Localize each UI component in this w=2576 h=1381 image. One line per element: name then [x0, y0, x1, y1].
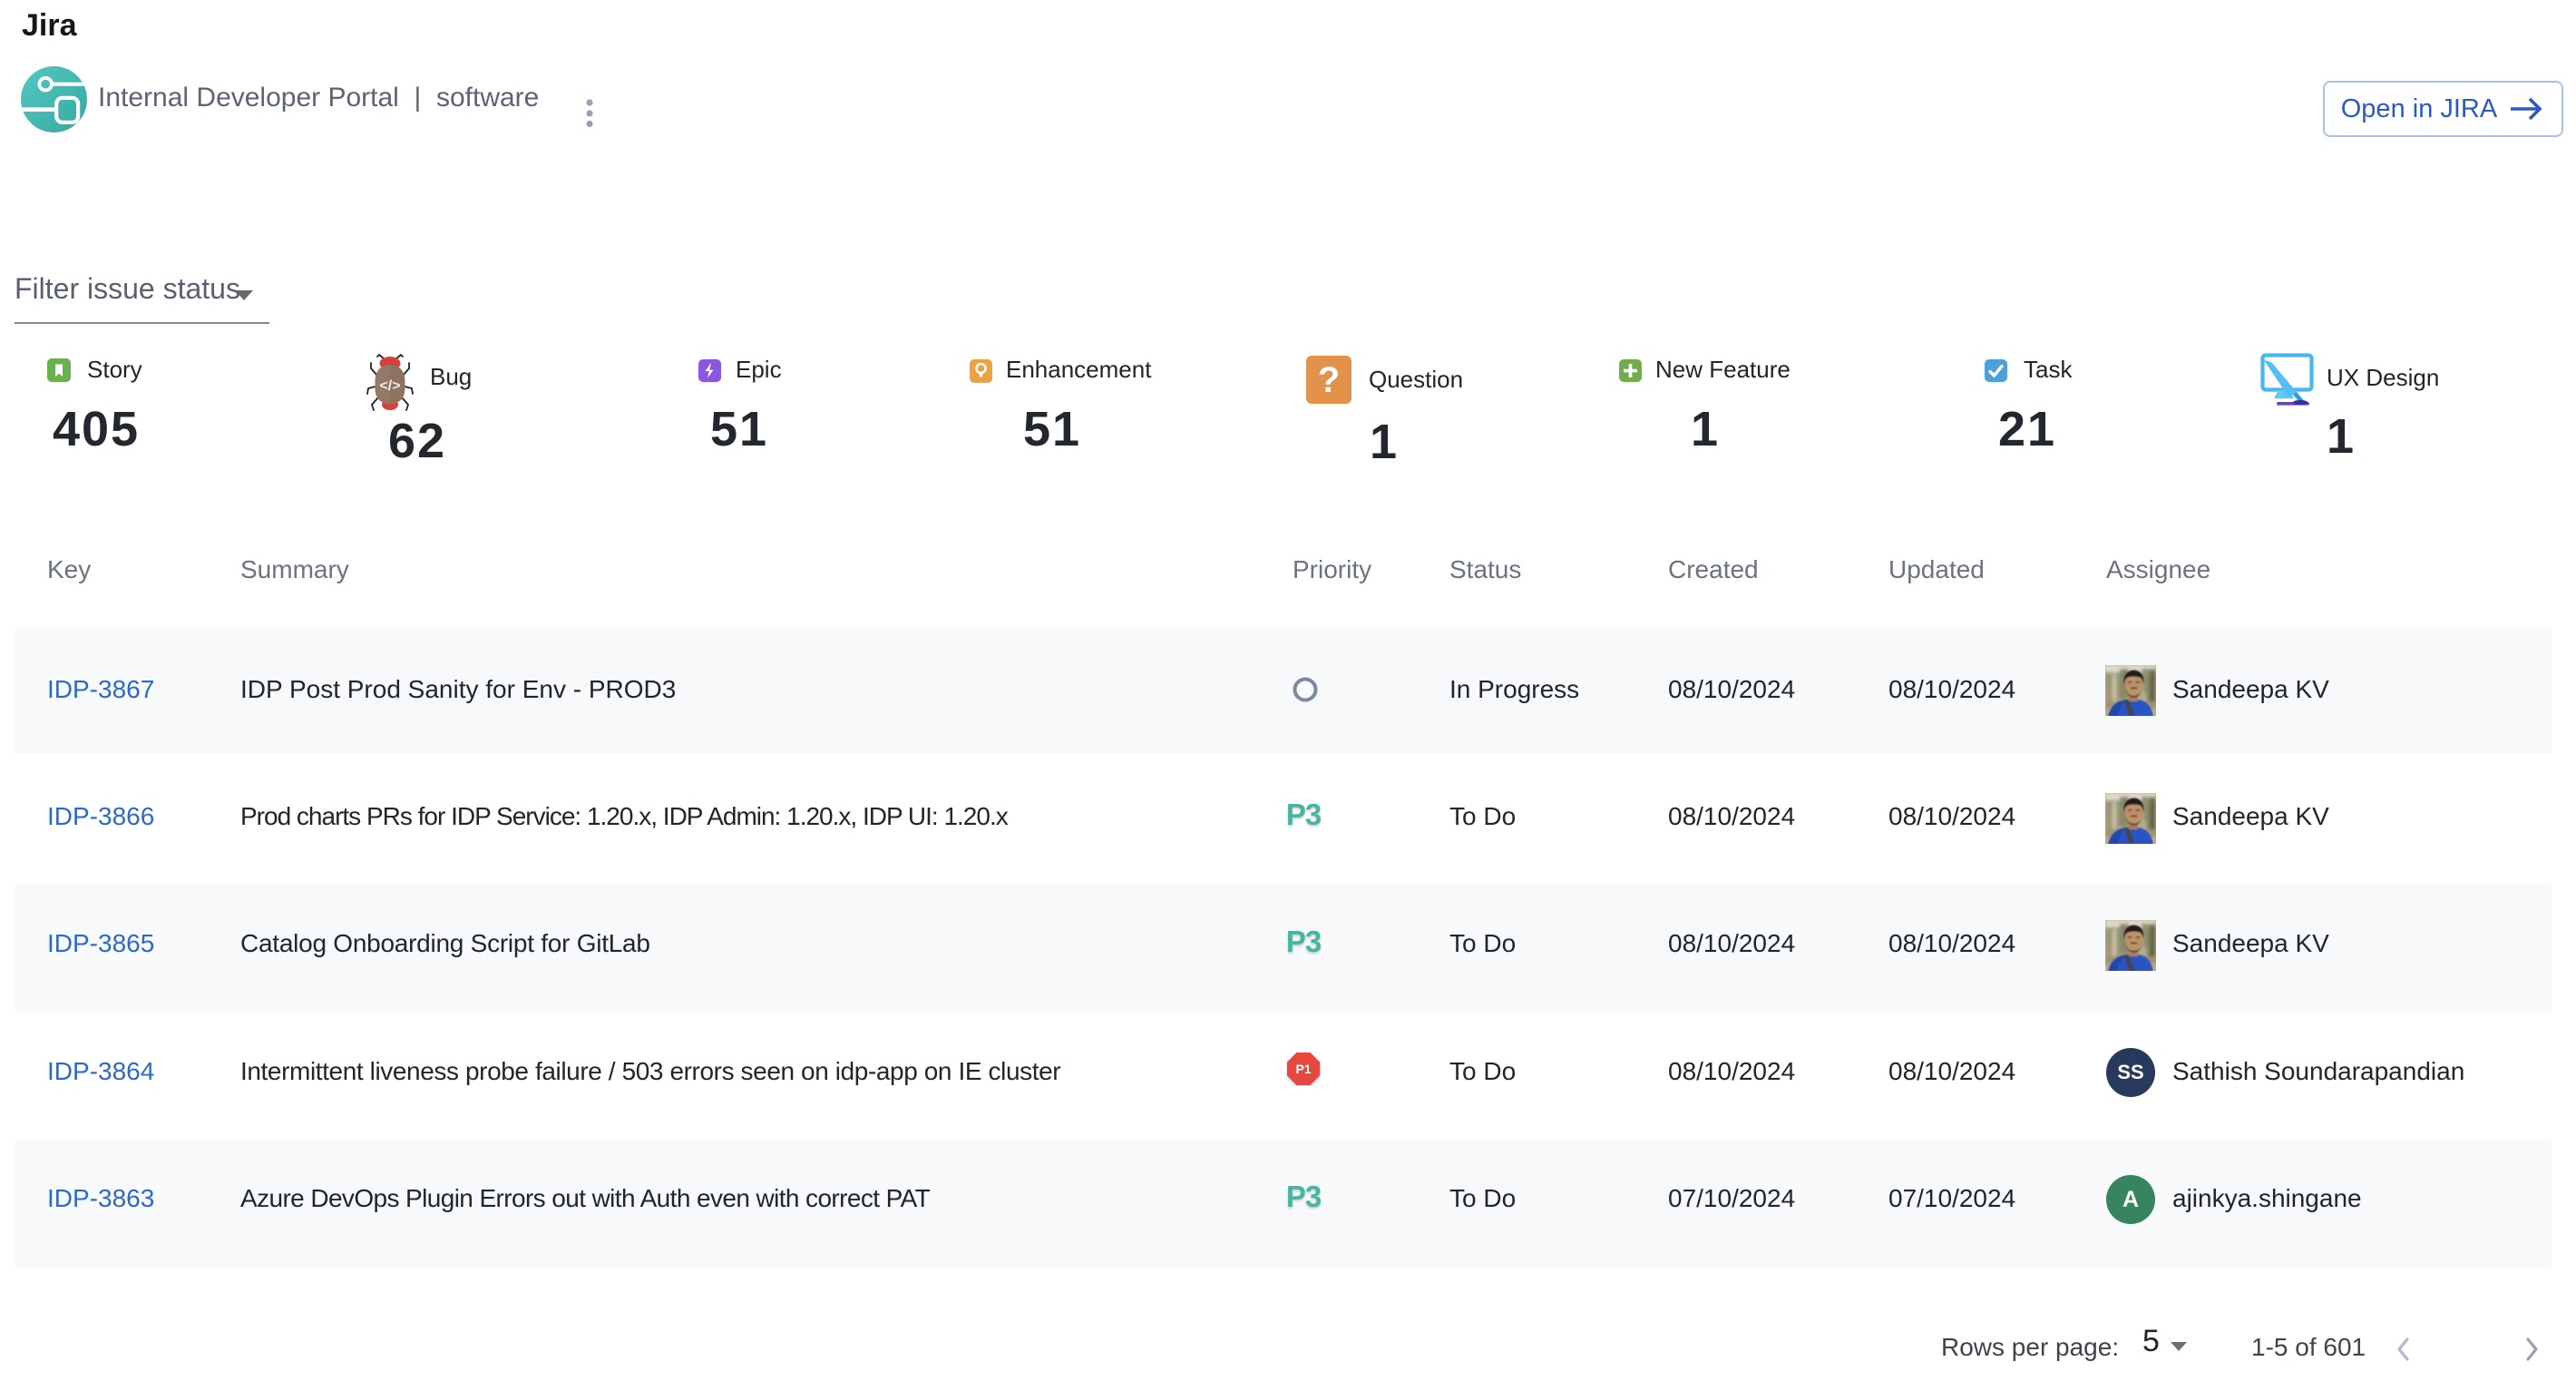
- svg-text:</>: </>: [379, 378, 400, 394]
- svg-text:P1: P1: [1295, 1062, 1311, 1076]
